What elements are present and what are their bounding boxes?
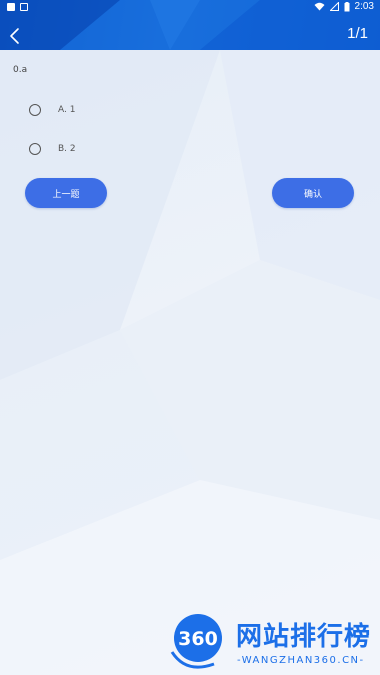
gallery-icon	[7, 3, 15, 11]
svg-text:360: 360	[178, 628, 218, 650]
watermark-cn-text: 网站排行榜	[236, 622, 372, 652]
status-time: 2:03	[354, 1, 374, 12]
page-counter: 1/1	[347, 25, 368, 42]
watermark-en-text: -WANGZHAN360.CN-	[237, 655, 365, 666]
option-label: A. 1	[58, 105, 76, 115]
watermark-360-logo: 360	[170, 614, 222, 669]
signal-icon	[329, 2, 339, 11]
previous-question-button[interactable]: 上一题	[25, 178, 107, 208]
radio-button[interactable]	[29, 143, 41, 155]
confirm-button[interactable]: 确认	[272, 178, 354, 208]
battery-icon	[344, 1, 350, 11]
back-button[interactable]	[6, 26, 26, 46]
background-pattern	[0, 50, 380, 675]
option-label: B. 2	[58, 144, 76, 154]
status-left-icons	[7, 3, 28, 11]
question-title: 0.a	[13, 65, 28, 75]
option-a[interactable]: A. 1	[29, 104, 75, 116]
option-b[interactable]: B. 2	[29, 143, 76, 155]
app-a-icon	[20, 3, 28, 11]
chevron-left-icon	[10, 28, 19, 44]
wifi-icon	[314, 2, 325, 11]
radio-button[interactable]	[29, 104, 41, 116]
site-watermark: 360 网站排行榜 -WANGZHAN360.CN-	[166, 612, 378, 674]
status-bar: 2:03	[0, 0, 380, 15]
status-right-icons: 2:03	[314, 1, 374, 12]
